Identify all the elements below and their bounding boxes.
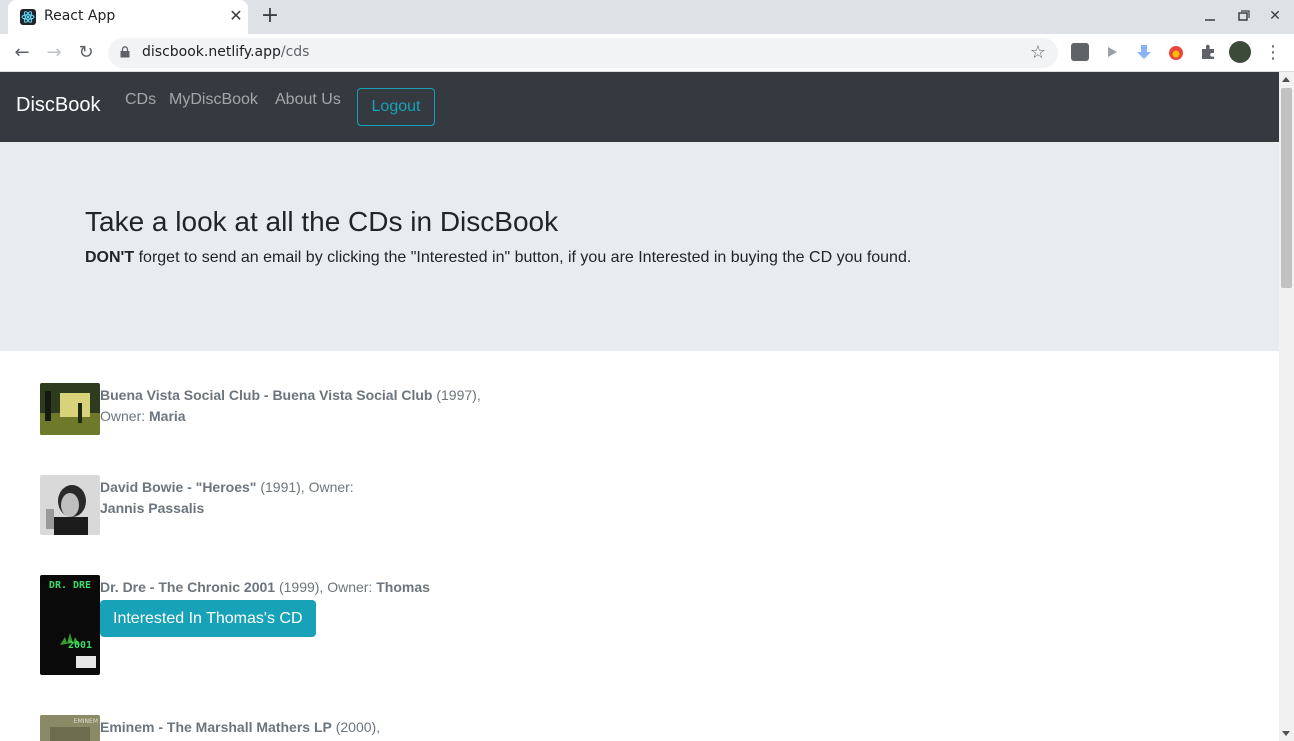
back-icon[interactable]: ← — [9, 41, 35, 65]
cd-info: Buena Vista Social Club - Buena Vista So… — [100, 385, 500, 427]
url-text: discbook.netlify.app/cds — [142, 44, 310, 60]
interested-button[interactable]: Interested In Thomas's CD — [100, 600, 316, 637]
react-favicon-icon — [20, 9, 36, 25]
jumbotron: Take a look at all the CDs in DiscBook D… — [0, 142, 1279, 351]
nav-link-mydiscbook[interactable]: MyDiscBook — [169, 91, 258, 109]
close-window-icon[interactable]: ✕ — [1265, 6, 1285, 26]
cd-year: (1997), — [436, 387, 481, 403]
cd-title: David Bowie - "Heroes" — [100, 479, 257, 495]
browser-toolbar: ← → ↻ discbook.netlify.app/cds ☆ ⋮ — [0, 34, 1294, 72]
page-title: Take a look at all the CDs in DiscBook — [85, 206, 559, 237]
cd-cover-image: DR. DRE 2001 — [40, 575, 100, 675]
scroll-up-arrow-icon[interactable] — [1282, 77, 1290, 82]
browser-menu-icon[interactable]: ⋮ — [1264, 42, 1282, 64]
cover-album-text: 2001 — [68, 640, 92, 651]
facebook-extension-icon[interactable] — [1071, 43, 1089, 61]
reload-icon[interactable]: ↻ — [73, 41, 99, 65]
cd-title: Buena Vista Social Club - Buena Vista So… — [100, 387, 433, 403]
page-scrollbar[interactable] — [1279, 72, 1294, 741]
fire-extension-icon[interactable] — [1167, 43, 1185, 61]
tab-title: React App — [44, 8, 116, 24]
bookmark-star-icon[interactable]: ☆ — [1030, 42, 1046, 63]
cd-owner: Thomas — [376, 579, 430, 595]
new-tab-icon[interactable]: + — [258, 4, 282, 28]
cd-year: (2000), — [335, 719, 381, 735]
profile-avatar-icon[interactable] — [1229, 41, 1251, 63]
cd-owner-label: Owner: — [100, 408, 146, 424]
page-viewport: DiscBook CDs MyDiscBook About Us Logout … — [0, 72, 1279, 741]
extensions-puzzle-icon[interactable] — [1199, 43, 1217, 61]
scrollbar-thumb[interactable] — [1281, 88, 1292, 288]
cd-info: Eminem - The Marshall Mathers LP (2000), — [100, 717, 500, 738]
browser-tab[interactable]: React App ✕ — [8, 0, 248, 34]
cd-year: (1999), Owner: — [278, 579, 373, 595]
cd-title: Dr. Dre - The Chronic 2001 — [100, 579, 276, 595]
logout-button[interactable]: Logout — [357, 88, 435, 126]
restore-icon[interactable] — [1233, 6, 1253, 26]
address-bar[interactable]: discbook.netlify.app/cds ☆ — [108, 38, 1058, 68]
cd-year: (1991), Owner: — [260, 479, 354, 495]
cd-info: David Bowie - "Heroes" (1991), Owner: Ja… — [100, 477, 420, 519]
cd-cover-image — [40, 475, 100, 535]
download-extension-icon[interactable] — [1135, 43, 1153, 61]
site-navbar: DiscBook CDs MyDiscBook About Us Logout — [0, 72, 1279, 142]
lock-icon — [120, 46, 130, 58]
close-tab-icon[interactable]: ✕ — [226, 6, 246, 26]
cd-title: Eminem - The Marshall Mathers LP — [100, 719, 332, 735]
navbar-brand[interactable]: DiscBook — [16, 94, 100, 117]
cd-owner: Maria — [149, 408, 186, 424]
nav-link-about-us[interactable]: About Us — [275, 91, 341, 109]
cover-artist-text: DR. DRE — [49, 580, 91, 591]
minimize-icon[interactable] — [1200, 6, 1220, 26]
browser-tabstrip: React App ✕ + ✕ — [0, 0, 1294, 34]
cd-cover-image: EMINEM — [40, 715, 100, 741]
cd-owner: Jannis Passalis — [100, 500, 205, 516]
forward-icon[interactable]: → — [41, 41, 67, 65]
play-extension-icon[interactable] — [1103, 43, 1121, 61]
cover-artist-text: EMINEM — [74, 718, 98, 725]
nav-link-cds[interactable]: CDs — [125, 91, 156, 109]
cd-cover-image — [40, 383, 100, 435]
scroll-down-arrow-icon[interactable] — [1282, 731, 1290, 736]
page-intro: DON'T forget to send an email by clickin… — [85, 249, 912, 266]
cd-info: Dr. Dre - The Chronic 2001 (1999), Owner… — [100, 577, 520, 637]
